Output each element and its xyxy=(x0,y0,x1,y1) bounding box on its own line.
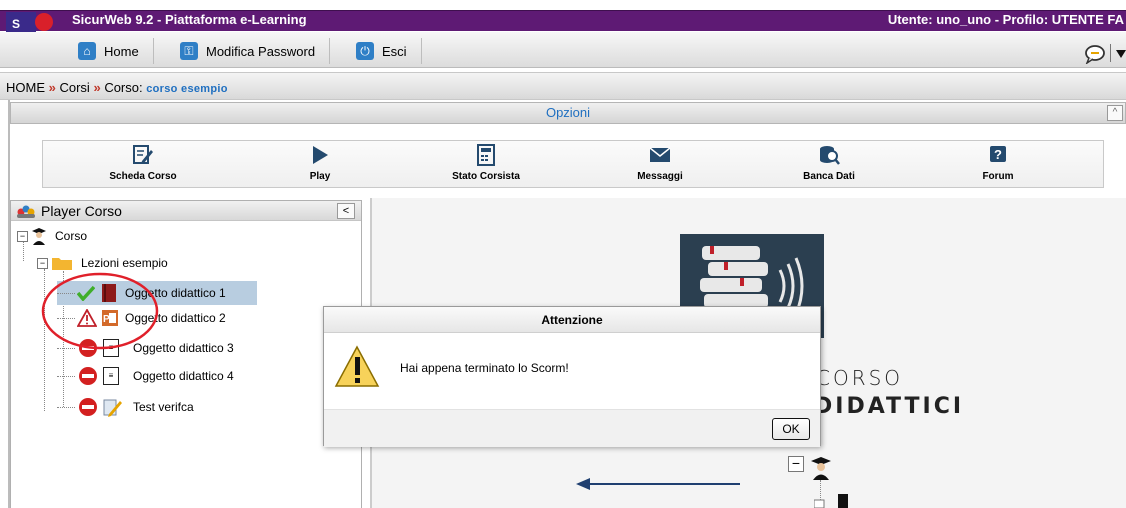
play-icon xyxy=(313,146,328,164)
group-icon xyxy=(17,205,35,218)
folder-icon xyxy=(52,258,72,270)
change-password-button[interactable]: ⚿ Modifica Password xyxy=(180,38,331,64)
dialog-footer: OK xyxy=(324,409,820,447)
play-button[interactable]: Play xyxy=(260,143,380,182)
no-entry-icon xyxy=(79,398,97,416)
dialog-title: Attenzione xyxy=(324,307,820,333)
breadcrumb: HOME » Corsi » Corso: corso esempio xyxy=(0,72,1126,100)
menu-divider xyxy=(1110,44,1111,62)
breadcrumb-separator: » xyxy=(48,80,56,95)
content-heading-2: DIDATTICI xyxy=(814,394,965,419)
breadcrumb-home[interactable]: HOME xyxy=(6,80,45,95)
breadcrumb-courses[interactable]: Corsi xyxy=(59,80,89,95)
power-icon: ⏻ xyxy=(356,42,374,60)
banca-dati-button[interactable]: Banca Dati xyxy=(769,143,889,182)
no-entry-icon xyxy=(79,367,97,385)
change-password-label: Modifica Password xyxy=(206,43,316,59)
tree-item-label: Oggetto didattico 4 xyxy=(133,369,234,383)
collapse-toggle: − xyxy=(788,456,804,472)
database-search-icon xyxy=(820,146,840,165)
tree-item[interactable]: Test verifca xyxy=(57,397,194,417)
app-title: SicurWeb 9.2 - Piattaforma e-Learning xyxy=(72,12,307,27)
tree-item-label: Test verifca xyxy=(133,400,194,414)
svg-text:S: S xyxy=(12,17,20,31)
tree-folder-label: Lezioni esempio xyxy=(81,256,168,270)
breadcrumb-current: corso esempio xyxy=(146,83,228,95)
home-label: Home xyxy=(104,43,139,59)
user-info: Utente: uno_uno - Profilo: UTENTE FA xyxy=(887,12,1124,27)
options-bar: Opzioni ^ xyxy=(10,102,1126,124)
tree-item[interactable]: ≡ Oggetto didattico 4 xyxy=(57,367,234,385)
menu-bar: ⌂ Home ⚿ Modifica Password ⏻ Esci xyxy=(0,32,1126,68)
exit-label: Esci xyxy=(382,43,407,59)
dialog-message: Hai appena terminato lo Scorm! xyxy=(400,361,569,375)
messaggi-button[interactable]: Messaggi xyxy=(600,143,720,182)
chevron-down-icon[interactable] xyxy=(1116,50,1126,58)
tree-preview-item xyxy=(814,494,848,508)
alert-dialog: Attenzione Hai appena terminato lo Scorm… xyxy=(323,306,821,447)
options-title: Opzioni xyxy=(545,105,591,120)
collapse-toggle[interactable]: − xyxy=(37,257,48,269)
player-title: Player Corso xyxy=(41,202,122,219)
stato-corsista-button[interactable]: Stato Corsista xyxy=(426,143,546,182)
graduate-icon xyxy=(811,457,832,480)
annotation-circle xyxy=(41,272,159,350)
test-pencil-icon xyxy=(103,399,122,417)
collapse-panel-button[interactable]: < xyxy=(337,203,355,219)
envelope-icon xyxy=(649,147,671,162)
scheda-corso-button[interactable]: Scheda Corso xyxy=(83,143,203,182)
exit-button[interactable]: ⏻ Esci xyxy=(356,38,422,64)
options-toolbar: Scheda Corso Play Stato Corsista Messagg… xyxy=(42,140,1104,188)
banca-dati-label: Banca Dati xyxy=(803,171,855,182)
breadcrumb-course-prefix: Corso: xyxy=(104,80,143,95)
dialog-body: Hai appena terminato lo Scorm! xyxy=(324,333,820,409)
forum-button[interactable]: ? Forum xyxy=(938,143,1058,182)
tree-preview: − xyxy=(788,456,832,480)
breadcrumb-separator: » xyxy=(93,80,101,95)
ok-button[interactable]: OK xyxy=(772,418,810,440)
forum-label: Forum xyxy=(982,171,1014,182)
messaggi-label: Messaggi xyxy=(637,171,683,182)
stato-corsista-label: Stato Corsista xyxy=(452,171,520,182)
tree-node-root[interactable]: − Corso xyxy=(17,227,87,245)
player-header: Player Corso < xyxy=(11,201,361,221)
help-icon: ? xyxy=(990,146,1006,162)
content-heading-1: CORSO xyxy=(816,366,904,390)
chat-icon[interactable] xyxy=(1084,44,1106,64)
scheda-corso-label: Scheda Corso xyxy=(109,171,177,182)
warning-icon xyxy=(334,345,380,387)
player-panel: Player Corso < − Corso − Lezioni esempio… xyxy=(10,200,362,508)
calculator-icon xyxy=(477,144,495,166)
svg-text:?: ? xyxy=(994,147,1002,162)
graduate-icon xyxy=(32,228,46,245)
collapse-toggle[interactable]: − xyxy=(17,230,28,242)
document-icon: ≡ xyxy=(103,367,119,385)
tree-root-label: Corso xyxy=(55,229,88,243)
collapse-button[interactable]: ^ xyxy=(1107,105,1123,121)
home-icon: ⌂ xyxy=(78,42,96,60)
tree-node-folder[interactable]: − Lezioni esempio xyxy=(37,255,168,271)
edit-sheet-icon xyxy=(133,145,153,164)
play-label: Play xyxy=(309,171,331,182)
home-button[interactable]: ⌂ Home xyxy=(78,38,154,64)
arrow-left-icon xyxy=(576,478,740,490)
title-bar: SicurWeb 9.2 - Piattaforma e-Learning Ut… xyxy=(0,0,1126,32)
key-icon: ⚿ xyxy=(180,42,198,60)
